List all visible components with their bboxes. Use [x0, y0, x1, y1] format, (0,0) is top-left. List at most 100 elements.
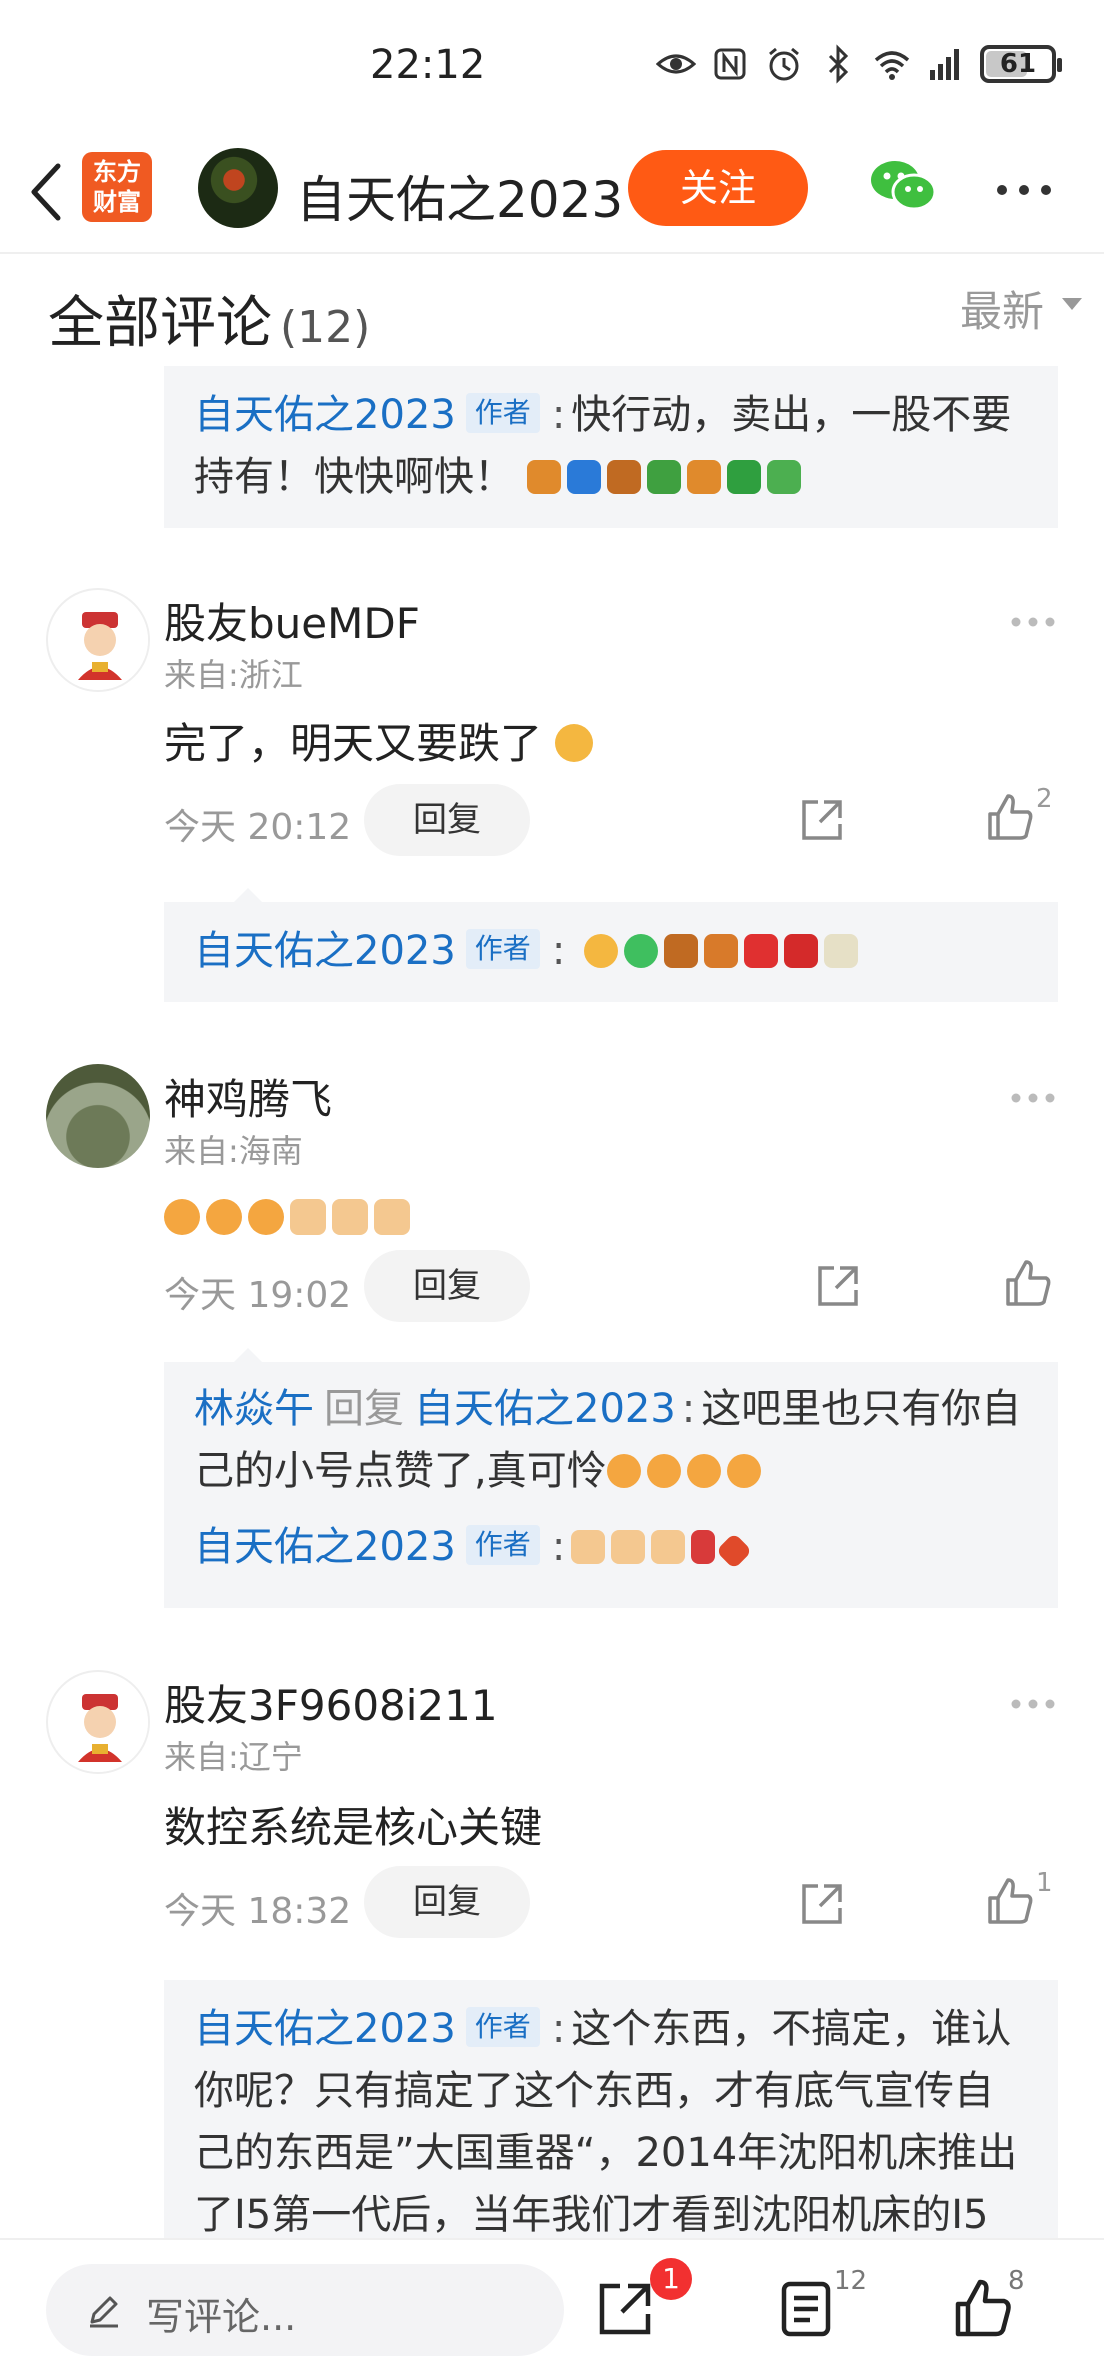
comment-text: 数控系统是核心关键	[164, 1803, 543, 1852]
pray-emoji-icon	[651, 1530, 686, 1564]
laughing-emoji-icon	[686, 1454, 721, 1488]
emoji-icon	[686, 460, 721, 494]
eye-icon	[656, 54, 696, 74]
comment-text-content: 完了，明天又要跌了	[164, 719, 543, 768]
comment-time: 今天 19:02	[164, 1275, 352, 1316]
emoji-icon	[744, 934, 779, 968]
comment-emojis	[164, 1192, 416, 1241]
sort-dropdown[interactable]: 最新	[959, 278, 1082, 339]
comments-list-icon[interactable]	[774, 2276, 838, 2340]
comment-author[interactable]: 股友bueMDF	[164, 590, 420, 651]
author-tag: 作者	[465, 929, 540, 969]
reply-thread: 林焱午 回复 自天佑之2023: 这吧里也只有你自己的小号点赞了,真可怜 自天佑之20…	[164, 1348, 1058, 1608]
write-comment-placeholder: 写评论...	[146, 2295, 297, 2339]
emoji-icon	[248, 1199, 284, 1235]
battery-indicator: 61	[980, 45, 1062, 83]
share-icon[interactable]	[592, 2276, 656, 2340]
author-tag: 作者	[465, 2007, 540, 2047]
share-badge: 1	[650, 2258, 692, 2300]
thumbs-up-icon[interactable]	[984, 1876, 1036, 1928]
emoji-icon	[726, 460, 761, 494]
comment-item: 神鸡腾飞 来自:海南 今天 19:02 回复	[0, 1064, 1104, 1324]
reply-author[interactable]: 自天佑之2023	[194, 392, 456, 438]
comment-location: 来自:海南	[164, 1132, 303, 1170]
comment-item: 股友bueMDF 来自:浙江 完了，明天又要跌了 今天 20:12 回复 2	[0, 588, 1104, 908]
signal-icon	[930, 49, 959, 80]
like-count: 1	[1036, 1868, 1053, 1898]
app-logo[interactable]: 东方财富	[82, 152, 152, 222]
author-tag: 作者	[465, 1525, 540, 1565]
top-nav-bar: 东方财富 自天佑之2023 关注	[0, 130, 1104, 254]
reply-author[interactable]: 自天佑之2023	[194, 1524, 456, 1570]
comment-author[interactable]: 神鸡腾飞	[164, 1066, 332, 1127]
battery-level: 61	[999, 49, 1037, 79]
reply-separator: :	[551, 928, 566, 974]
fortune-emoji-icon	[715, 1532, 753, 1570]
reply-author[interactable]: 自天佑之2023	[194, 928, 456, 974]
sort-label: 最新	[959, 287, 1044, 336]
author-name[interactable]: 自天佑之2023	[296, 160, 623, 232]
status-bar: 22:12 61	[0, 0, 1104, 130]
emoji-icon	[624, 934, 659, 968]
author-avatar[interactable]	[198, 148, 278, 228]
emoji-icon	[704, 934, 739, 968]
user-avatar[interactable]	[46, 588, 150, 692]
reply-line: 自天佑之2023 作者:	[194, 1516, 1028, 1578]
thumbs-up-icon[interactable]	[984, 792, 1036, 844]
reply-author[interactable]: 自天佑之2023	[194, 2006, 456, 2052]
comment-time: 今天 18:32	[164, 1891, 352, 1932]
emoji-icon	[584, 934, 619, 968]
thumbs-up-emoji-icon	[571, 1530, 606, 1564]
comment-author[interactable]: 股友3F9608i211	[164, 1672, 498, 1733]
nfc-icon	[714, 48, 746, 80]
bluetooth-icon	[828, 44, 849, 84]
share-icon[interactable]	[798, 1880, 846, 1928]
reply-thread: 自天佑之2023 作者: 快行动，卖出，一股不要持有！快快啊快！	[164, 366, 1058, 528]
comment-more-icon[interactable]	[1010, 616, 1056, 628]
share-icon[interactable]	[814, 1262, 862, 1310]
alarm-icon	[769, 47, 799, 81]
reply-author[interactable]: 林焱午	[194, 1386, 314, 1432]
thumbs-up-icon[interactable]	[950, 2276, 1014, 2340]
wechat-share-icon[interactable]	[868, 156, 938, 216]
share-icon[interactable]	[798, 796, 846, 844]
comment-time: 今天 20:12	[164, 807, 352, 848]
comment-text: 完了，明天又要跌了	[164, 710, 599, 771]
status-time: 22:12	[370, 42, 486, 88]
status-icons: 61	[656, 40, 1062, 88]
follow-button[interactable]: 关注	[628, 150, 808, 226]
reply-button[interactable]: 回复	[364, 784, 530, 856]
reply-word: 回复	[324, 1386, 404, 1432]
thumbs-up-emoji-icon	[374, 1199, 410, 1235]
write-comment-input[interactable]: 写评论...	[46, 2264, 564, 2356]
emoji-icon	[606, 460, 641, 494]
comments-count: (12)	[280, 302, 371, 353]
section-title-text: 全部评论	[48, 291, 272, 356]
emoji-icon	[566, 460, 601, 494]
user-avatar[interactable]	[46, 1670, 150, 1774]
comment-more-icon[interactable]	[1010, 1092, 1056, 1104]
comment-item: 股友3F9608i211 来自:辽宁 数控系统是核心关键 今天 18:32 回复…	[0, 1670, 1104, 1990]
reply-button[interactable]: 回复	[364, 1866, 530, 1938]
reply-separator: :	[551, 392, 566, 438]
emoji-icon	[664, 934, 699, 968]
emoji-icon	[784, 934, 819, 968]
like-count: 2	[1036, 784, 1053, 814]
user-avatar[interactable]	[46, 1064, 150, 1168]
reply-separator: :	[681, 1386, 696, 1432]
comment-more-icon[interactable]	[1010, 1698, 1056, 1710]
thread-pointer	[234, 888, 262, 902]
comment-location: 来自:辽宁	[164, 1738, 303, 1776]
rose-emoji-icon	[691, 1530, 716, 1564]
emoji-icon	[164, 1199, 200, 1235]
reply-thread: 自天佑之2023 作者: 这个东西，不搞定，谁认你呢？只有搞定了这个东西，才有底气宣…	[164, 1980, 1058, 2238]
author-tag: 作者	[465, 393, 540, 433]
reply-target[interactable]: 自天佑之2023	[414, 1386, 676, 1432]
reply-separator: :	[551, 1524, 566, 1570]
emoji-icon	[206, 1199, 242, 1235]
thumbs-up-icon[interactable]	[1002, 1258, 1054, 1310]
back-arrow-icon[interactable]	[20, 158, 76, 226]
more-options-icon[interactable]	[994, 182, 1054, 198]
reply-button[interactable]: 回复	[364, 1250, 530, 1322]
like-count: 8	[1008, 2266, 1025, 2296]
